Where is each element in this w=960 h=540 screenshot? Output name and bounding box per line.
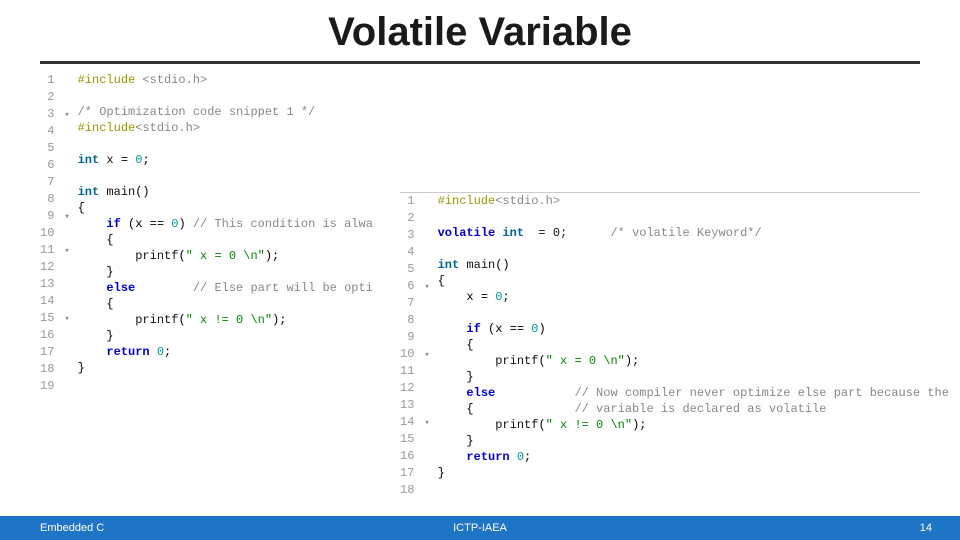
code-line: else // Now compiler never optimize else… (438, 385, 949, 401)
footer-center: ICTP-IAEA (453, 522, 507, 534)
line-number: 2 (40, 89, 70, 106)
line-number: 4 (40, 123, 70, 140)
code-lines-left: #include <stdio.h> /* Optimization code … (78, 72, 373, 395)
line-number: 18 (400, 482, 430, 499)
line-number: 7 (400, 295, 430, 312)
line-number: 18 (40, 361, 70, 378)
code-line: } (438, 369, 949, 385)
line-number: 13 (40, 276, 70, 293)
title-underline (40, 61, 920, 64)
code-line: } (78, 360, 373, 376)
line-number: 6 (40, 157, 70, 174)
code-line: volatile int = 0; /* volatile Keyword*/ (438, 225, 949, 241)
code-line: printf(" x != 0 \n"); (438, 417, 949, 433)
code-line (438, 209, 949, 225)
code-line: #include<stdio.h> (438, 193, 949, 209)
code-line: int main() (78, 184, 373, 200)
code-line: return 0; (78, 344, 373, 360)
code-line: else // Else part will be opti (78, 280, 373, 296)
line-number: 10 (40, 225, 70, 242)
line-number: 16 (40, 327, 70, 344)
code-line: printf(" x = 0 \n"); (78, 248, 373, 264)
code-line: } (78, 264, 373, 280)
line-number: 17 (40, 344, 70, 361)
code-line (78, 136, 373, 152)
slide-title: Volatile Variable (0, 0, 960, 61)
code-line: /* Optimization code snippet 1 */ (78, 104, 373, 120)
line-number: 11 (400, 363, 430, 380)
line-number: 1 (400, 193, 430, 210)
code-line: #include<stdio.h> (78, 120, 373, 136)
line-number: 4 (400, 244, 430, 261)
line-number: 15 (400, 431, 430, 448)
code-line: #include <stdio.h> (78, 72, 373, 88)
line-number: 2 (400, 210, 430, 227)
line-number: 13 (400, 397, 430, 414)
code-line: int main() (438, 257, 949, 273)
code-area: 1 2 3 ▾ 4 5 6 7 8 9 ▾10 11 ▾12 13 14 15 … (40, 72, 920, 492)
code-line: if (x == 0) (438, 321, 949, 337)
line-number: 3 (400, 227, 430, 244)
code-line: } (78, 328, 373, 344)
line-number: 16 (400, 448, 430, 465)
gutter-right: 1 2 3 4 5 6 ▾ 7 8 9 10 ▾11 12 13 14 ▾15 … (400, 193, 438, 499)
code-line: } (438, 465, 949, 481)
line-number: 5 (400, 261, 430, 278)
code-line: { (78, 232, 373, 248)
footer-bar: Embedded C ICTP-IAEA 14 (0, 516, 960, 540)
line-number: 15 ▾ (40, 310, 70, 327)
code-line (78, 168, 373, 184)
gutter-left: 1 2 3 ▾ 4 5 6 7 8 9 ▾10 11 ▾12 13 14 15 … (40, 72, 78, 395)
line-number: 9 ▾ (40, 208, 70, 225)
line-number: 14 ▾ (400, 414, 430, 431)
code-line: if (x == 0) // This condition is alwa (78, 216, 373, 232)
code-block-right: 1 2 3 4 5 6 ▾ 7 8 9 10 ▾11 12 13 14 ▾15 … (400, 192, 920, 499)
code-line (78, 88, 373, 104)
footer-page: 14 (920, 522, 932, 534)
line-number: 12 (40, 259, 70, 276)
line-number: 9 (400, 329, 430, 346)
code-line: printf(" x = 0 \n"); (438, 353, 949, 369)
footer-left: Embedded C (40, 522, 104, 534)
line-number: 14 (40, 293, 70, 310)
code-lines-right: #include<stdio.h> volatile int = 0; /* v… (438, 193, 949, 499)
line-number: 7 (40, 174, 70, 191)
code-line: int x = 0; (78, 152, 373, 168)
line-number: 12 (400, 380, 430, 397)
line-number: 17 (400, 465, 430, 482)
line-number: 8 (40, 191, 70, 208)
line-number: 11 ▾ (40, 242, 70, 259)
line-number: 3 ▾ (40, 106, 70, 123)
code-line: } (438, 433, 949, 449)
code-line: { (78, 296, 373, 312)
code-line: { // variable is declared as volatile (438, 401, 949, 417)
code-line: { (438, 273, 949, 289)
line-number: 6 ▾ (400, 278, 430, 295)
code-line: printf(" x != 0 \n"); (78, 312, 373, 328)
code-line: { (438, 337, 949, 353)
code-line (438, 305, 949, 321)
line-number: 5 (40, 140, 70, 157)
line-number: 8 (400, 312, 430, 329)
code-line (438, 241, 949, 257)
line-number: 19 (40, 378, 70, 395)
code-line: { (78, 200, 373, 216)
code-line: x = 0; (438, 289, 949, 305)
code-block-left: 1 2 3 ▾ 4 5 6 7 8 9 ▾10 11 ▾12 13 14 15 … (40, 72, 440, 395)
line-number: 10 ▾ (400, 346, 430, 363)
line-number: 1 (40, 72, 70, 89)
code-line: return 0; (438, 449, 949, 465)
